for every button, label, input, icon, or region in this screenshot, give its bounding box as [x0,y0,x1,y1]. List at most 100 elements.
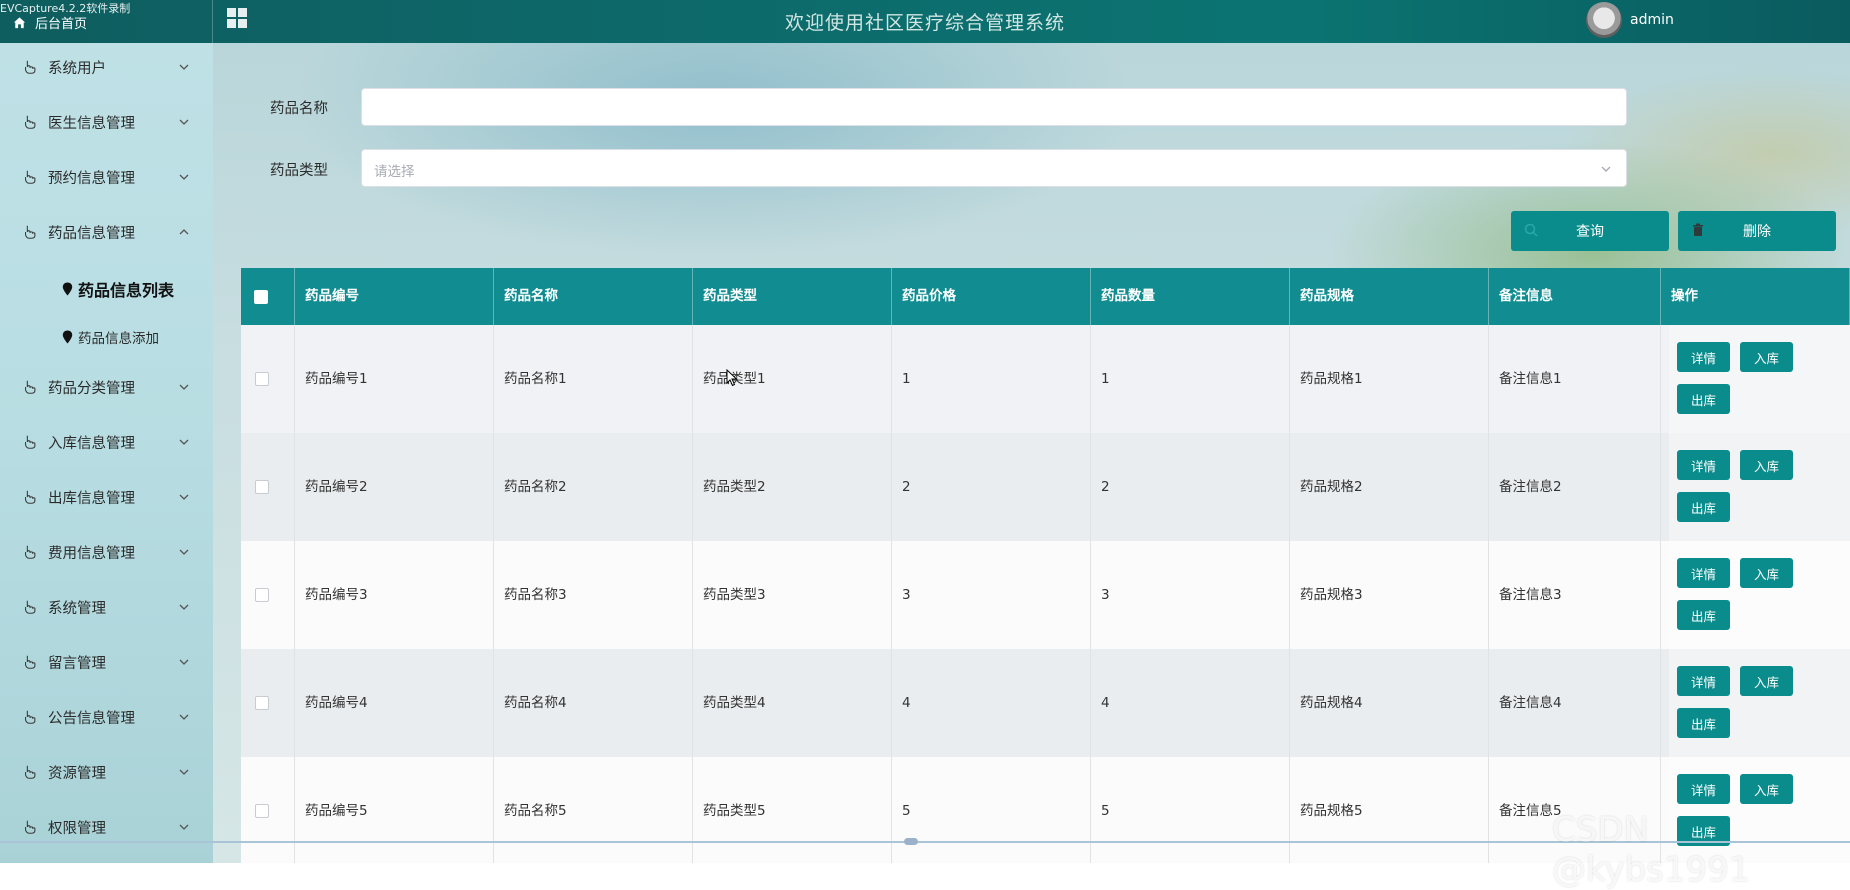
table-cell-type: 药品类型5 [693,757,892,863]
column-header[interactable]: 药品名称 [494,268,693,325]
sidebar-item[interactable]: 药品信息管理 [0,210,213,254]
sidebar-item[interactable]: 系统管理 [0,585,213,629]
table-cell-code: 药品编号3 [295,541,494,649]
main-content: 药品名称 药品类型 请选择 查询 删除 药品编号 药品名称 药品类型 药品价格 药品数量… [213,43,1850,863]
stock-out-button[interactable]: 出库 [1677,708,1730,738]
sidebar-item[interactable]: 入库信息管理 [0,420,213,464]
column-header[interactable]: 药品数量 [1091,268,1290,325]
chevron-down-icon [179,769,189,775]
stock-in-button[interactable]: 入库 [1740,342,1793,372]
table-row: 药品编号4 药品名称4 药品类型4 4 4 药品规格4 备注信息4 详情 入库 出库 [241,649,1850,758]
table-cell-qty: 5 [1091,757,1290,863]
chevron-down-icon [179,494,189,500]
sidebar-item[interactable]: 预约信息管理 [0,155,213,199]
username[interactable]: admin [1630,12,1674,28]
sidebar-item[interactable]: 留言管理 [0,640,213,684]
table-cell-name: 药品名称3 [494,541,693,649]
sidebar-item[interactable]: 出库信息管理 [0,475,213,519]
drug-name-input[interactable] [361,88,1627,126]
chevron-down-icon [179,439,189,445]
hand-pointer-icon [25,170,36,184]
drug-name-label: 药品名称 [270,101,328,117]
sidebar-item[interactable]: 费用信息管理 [0,530,213,574]
stock-out-button[interactable]: 出库 [1677,384,1730,414]
table-cell-price: 2 [892,433,1091,541]
hand-pointer-icon [25,655,36,669]
stock-in-button[interactable]: 入库 [1740,450,1793,480]
sidebar-item[interactable]: 资源管理 [0,750,213,794]
column-header[interactable]: 备注信息 [1489,268,1661,325]
hand-pointer-icon [25,435,36,449]
column-header[interactable]: 药品编号 [295,268,494,325]
table-cell-qty: 3 [1091,541,1290,649]
table-cell-spec: 药品规格2 [1290,433,1489,541]
table-cell-spec: 药品规格5 [1290,757,1489,863]
column-header[interactable]: 药品规格 [1290,268,1489,325]
detail-button[interactable]: 详情 [1677,450,1730,480]
sidebar-item[interactable]: 药品分类管理 [0,365,213,409]
row-checkbox[interactable] [255,372,269,386]
sidebar-item-label: 系统管理 [48,600,106,617]
detail-button[interactable]: 详情 [1677,666,1730,696]
sidebar-item[interactable]: 医生信息管理 [0,100,213,144]
sidebar-item[interactable]: 系统用户 [0,45,213,89]
scrollbar-thumb[interactable] [904,838,918,845]
stock-out-button[interactable]: 出库 [1677,492,1730,522]
delete-button[interactable]: 删除 [1678,211,1836,251]
sidebar-item[interactable]: 公告信息管理 [0,695,213,739]
chevron-up-icon [179,229,189,235]
row-checkbox[interactable] [255,804,269,818]
sidebar-item-label: 入库信息管理 [48,435,135,452]
row-actions: 详情 入库 出库 [1669,649,1850,757]
sidebar-item-label: 医生信息管理 [48,115,135,132]
hand-pointer-icon [25,710,36,724]
stock-in-button[interactable]: 入库 [1740,558,1793,588]
stock-in-button[interactable]: 入库 [1740,666,1793,696]
sidebar-subitem[interactable]: 药品信息添加 [0,318,213,356]
column-header[interactable]: 药品类型 [693,268,892,325]
drug-type-select[interactable]: 请选择 [361,149,1627,187]
sidebar-subitem-label: 药品信息列表 [78,281,175,300]
column-header[interactable]: 操作 [1661,268,1850,325]
row-checkbox[interactable] [255,696,269,710]
row-actions: 详情 入库 出库 [1669,433,1850,541]
chevron-down-icon [179,549,189,555]
drug-type-label: 药品类型 [270,163,328,179]
sidebar-item-label: 预约信息管理 [48,170,135,187]
delete-button-label: 删除 [1743,224,1771,240]
sidebar-subitem-active[interactable]: 药品信息列表 [0,270,213,308]
stock-out-button[interactable]: 出库 [1677,600,1730,630]
column-header[interactable]: 药品价格 [892,268,1091,325]
table-cell-name: 药品名称1 [494,325,693,433]
chevron-down-icon [179,384,189,390]
chevron-down-icon [1601,166,1611,172]
row-checkbox[interactable] [255,480,269,494]
chevron-down-icon [179,604,189,610]
chevron-down-icon [179,659,189,665]
chevron-down-icon [179,714,189,720]
table-cell-name: 药品名称5 [494,757,693,863]
chevron-down-icon [179,64,189,70]
trash-icon [1693,223,1703,236]
table-row: 药品编号3 药品名称3 药品类型3 3 3 药品规格3 备注信息3 详情 入库 出库 [241,541,1850,650]
table-cell-note: 备注信息2 [1489,433,1661,541]
drug-type-placeholder: 请选择 [374,164,415,180]
table-cell-price: 5 [892,757,1091,863]
row-actions: 详情 入库 出库 [1669,325,1850,433]
table-cell-note: 备注信息4 [1489,649,1661,757]
avatar[interactable] [1586,2,1622,38]
query-button[interactable]: 查询 [1511,211,1669,251]
hand-pointer-icon [25,545,36,559]
detail-button[interactable]: 详情 [1677,558,1730,588]
row-checkbox[interactable] [255,588,269,602]
detail-button[interactable]: 详情 [1677,774,1730,804]
hand-pointer-icon [25,765,36,779]
table-header: 药品编号 药品名称 药品类型 药品价格 药品数量 药品规格 备注信息 操作 [241,268,1850,325]
map-pin-icon [62,282,73,296]
stock-in-button[interactable]: 入库 [1740,774,1793,804]
sidebar: 系统用户医生信息管理 预约信息管理药品信息管理 药品分类管理入库信息管理出库信息管理… [0,43,213,863]
table-cell-qty: 4 [1091,649,1290,757]
watermark: CSDN @kybs1991 [1552,810,1751,890]
detail-button[interactable]: 详情 [1677,342,1730,372]
table-header-cell [241,268,295,325]
